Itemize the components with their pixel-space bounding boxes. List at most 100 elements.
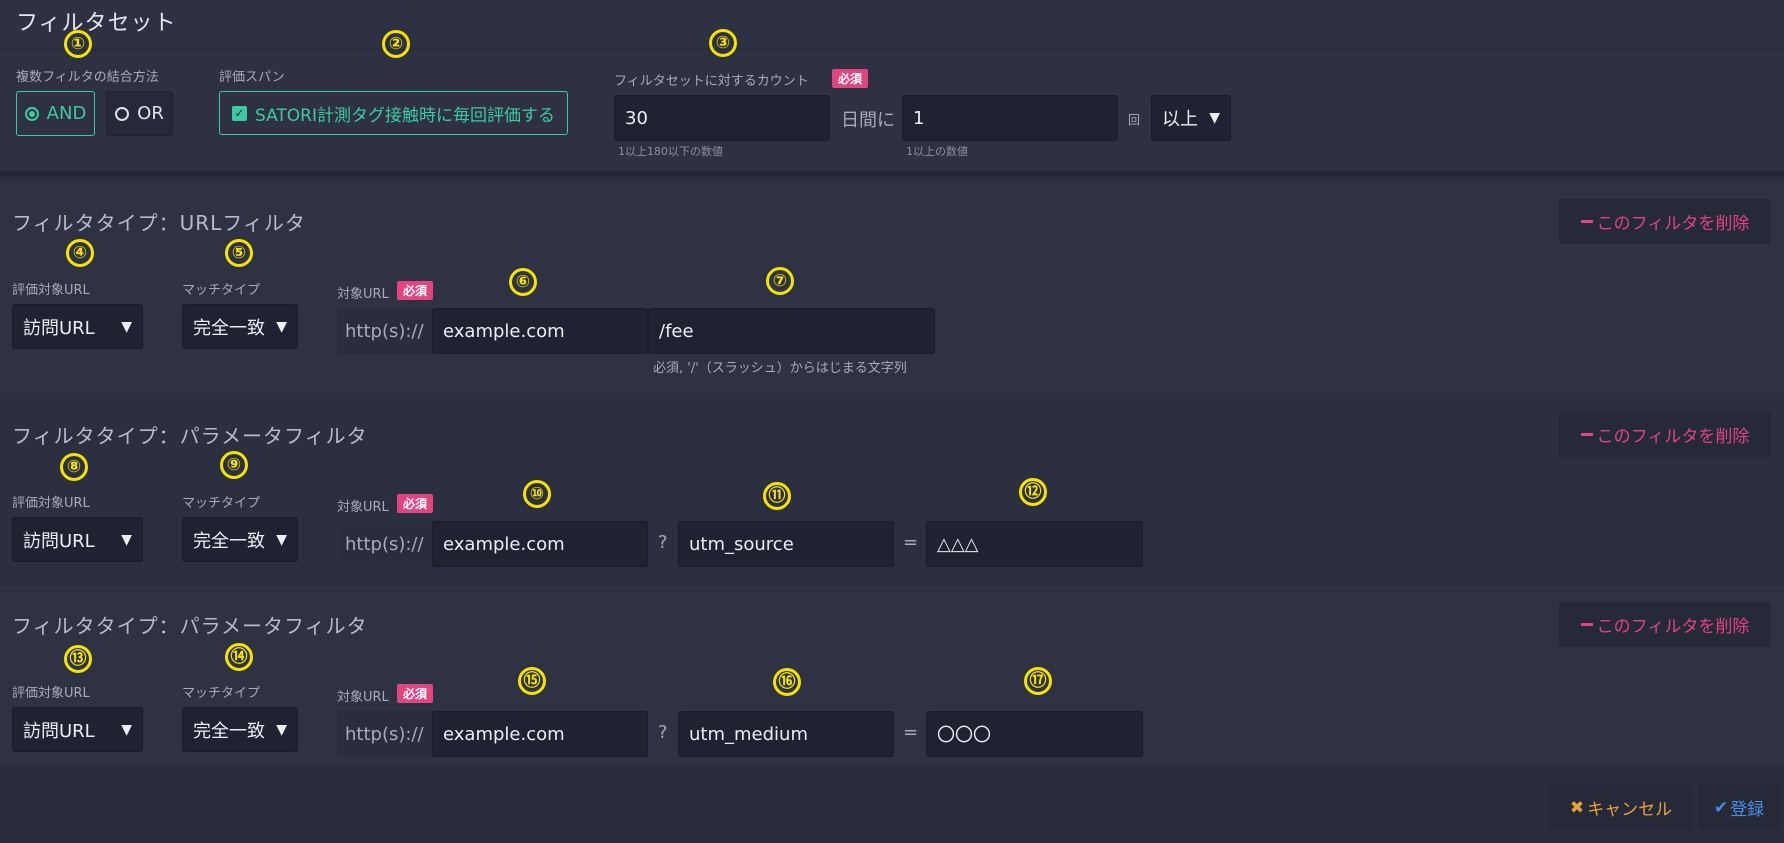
filter-2-target-label: 評価対象URL	[12, 496, 90, 511]
days-unit-label: 日間に	[841, 110, 895, 131]
filter-1-delete-button[interactable]: このフィルタを削除	[1559, 199, 1771, 244]
filter-2-equals-sep: =	[903, 532, 919, 553]
page-title: フィルタセット	[16, 11, 177, 36]
filter-3-url-prefix: http(s)://	[337, 711, 432, 757]
filter-1-required-badge: 必須	[397, 281, 434, 300]
and-option-button[interactable]: AND	[16, 91, 95, 136]
filter-2-domain-input[interactable]: example.com	[432, 521, 648, 567]
triangle-down-icon: ▼	[121, 318, 132, 335]
span-checkbox-label: SATORI計測タグ接触時に毎回評価する	[254, 105, 555, 126]
cancel-button[interactable]: ✖ キャンセル	[1549, 785, 1693, 830]
filter-1-match-select[interactable]: 完全一致 ▼	[182, 304, 298, 349]
marker-13: ⑬	[64, 645, 92, 673]
filter-1-title: フィルタタイプ：URLフィルタ	[12, 211, 306, 235]
filter-3-delete-label: このフィルタを削除	[1596, 617, 1750, 637]
marker-7: ⑦	[766, 267, 794, 295]
filter-2-match-label: マッチタイプ	[182, 496, 261, 511]
marker-1: ①	[64, 30, 92, 58]
filter-3-match-label: マッチタイプ	[182, 686, 261, 701]
filter-3-target-select[interactable]: 訪問URL ▼	[12, 707, 143, 752]
marker-2: ②	[382, 30, 410, 58]
filter-1-target-select[interactable]: 訪問URL ▼	[12, 304, 143, 349]
filter-3-title: フィルタタイプ：パラメータフィルタ	[12, 614, 368, 638]
count-required-badge: 必須	[832, 69, 869, 88]
marker-12: ⑫	[1019, 478, 1047, 506]
radio-unselected-icon	[115, 106, 130, 121]
filter-2-target-select[interactable]: 訪問URL ▼	[12, 517, 143, 562]
comparator-value: 以上	[1162, 109, 1198, 130]
filter-2-question-sep: ?	[658, 532, 668, 553]
or-option-label: OR	[137, 103, 164, 124]
marker-9: ⑨	[220, 451, 248, 479]
filter-2-url-prefix: http(s)://	[337, 521, 432, 567]
filter-3-required-badge: 必須	[397, 684, 434, 703]
triangle-down-icon: ▼	[276, 721, 287, 738]
filter-3-value-input[interactable]: 〇〇〇	[926, 711, 1143, 757]
filter-2-url-label: 対象URL	[337, 500, 389, 515]
and-option-label: AND	[46, 103, 87, 124]
span-checkbox-button[interactable]: ✓ SATORI計測タグ接触時に毎回評価する	[219, 91, 568, 135]
triangle-down-icon: ▼	[276, 531, 287, 548]
filter-3-domain-input[interactable]: example.com	[432, 711, 648, 757]
filter-2-match-value: 完全一致	[193, 530, 265, 552]
times-unit-label: 回	[1128, 113, 1141, 127]
filter-3-target-value: 訪問URL	[23, 720, 95, 742]
marker-11: ⑪	[763, 482, 791, 510]
days-input[interactable]: 30	[614, 95, 830, 141]
span-label: 評価スパン	[219, 70, 285, 85]
triangle-down-icon: ▼	[121, 721, 132, 738]
marker-17: ⑰	[1024, 667, 1052, 695]
combine-label: 複数フィルタの結合方法	[16, 70, 159, 85]
filter-1-target-label: 評価対象URL	[12, 283, 90, 298]
marker-5: ⑤	[225, 239, 253, 267]
comparator-select[interactable]: 以上 ▼	[1151, 95, 1231, 141]
filter-2-target-value: 訪問URL	[23, 530, 95, 552]
filter-3-match-value: 完全一致	[193, 720, 265, 742]
triangle-down-icon: ▼	[1209, 110, 1220, 126]
or-option-button[interactable]: OR	[106, 91, 173, 136]
filter-2-title: フィルタタイプ：パラメータフィルタ	[12, 424, 368, 448]
submit-button[interactable]: ✔ 登録	[1698, 785, 1780, 830]
marker-4: ④	[66, 239, 94, 267]
check-icon: ✔	[1713, 797, 1729, 818]
filter-set-page: フィルタセット ① ② ③ 複数フィルタの結合方法 AND OR 評価スパン ✓…	[0, 0, 1784, 843]
filter-1-domain-input[interactable]: example.com	[432, 308, 648, 354]
marker-10: ⑩	[523, 480, 551, 508]
x-icon: ✖	[1569, 797, 1585, 818]
filter-2-required-badge: 必須	[397, 494, 434, 513]
filter-2-value-input[interactable]: △△△	[926, 521, 1143, 567]
filter-3-param-input[interactable]: utm_medium	[678, 711, 894, 757]
filter-3-url-label: 対象URL	[337, 690, 389, 705]
filter-1-path-input[interactable]: /fee	[648, 308, 935, 354]
minus-icon	[1580, 220, 1593, 223]
filter-2-delete-button[interactable]: このフィルタを削除	[1559, 412, 1771, 457]
filter-2-delete-label: このフィルタを削除	[1596, 427, 1750, 447]
marker-8: ⑧	[60, 453, 88, 481]
filter-3-equals-sep: =	[903, 722, 919, 743]
filter-3-match-select[interactable]: 完全一致 ▼	[182, 707, 298, 752]
filter-1-path-hint: 必須, '/'（スラッシュ）からはじまる文字列	[653, 361, 907, 376]
triangle-down-icon: ▼	[121, 531, 132, 548]
cancel-label: キャンセル	[1587, 800, 1673, 820]
marker-3: ③	[709, 29, 737, 57]
radio-selected-icon	[24, 106, 39, 121]
filter-2-param-input[interactable]: utm_source	[678, 521, 894, 567]
times-input[interactable]: 1	[902, 95, 1118, 141]
times-hint: 1以上の数値	[906, 145, 968, 158]
marker-16: ⑯	[773, 668, 801, 696]
filter-1-url-label: 対象URL	[337, 287, 389, 302]
checkbox-checked-icon: ✓	[231, 105, 247, 121]
filter-1-delete-label: このフィルタを削除	[1596, 214, 1750, 234]
count-label: フィルタセットに対するカウント	[614, 74, 809, 89]
filter-1-match-label: マッチタイプ	[182, 283, 261, 298]
filter-3-delete-button[interactable]: このフィルタを削除	[1559, 602, 1771, 647]
filter-3-question-sep: ?	[658, 722, 668, 743]
minus-icon	[1580, 433, 1593, 436]
filter-3-target-label: 評価対象URL	[12, 686, 90, 701]
filter-1-target-value: 訪問URL	[23, 317, 95, 339]
submit-label: 登録	[1730, 800, 1765, 820]
filter-1-url-prefix: http(s)://	[337, 308, 432, 354]
triangle-down-icon: ▼	[276, 318, 287, 335]
filter-2-match-select[interactable]: 完全一致 ▼	[182, 517, 298, 562]
title-bar	[0, 0, 1784, 50]
